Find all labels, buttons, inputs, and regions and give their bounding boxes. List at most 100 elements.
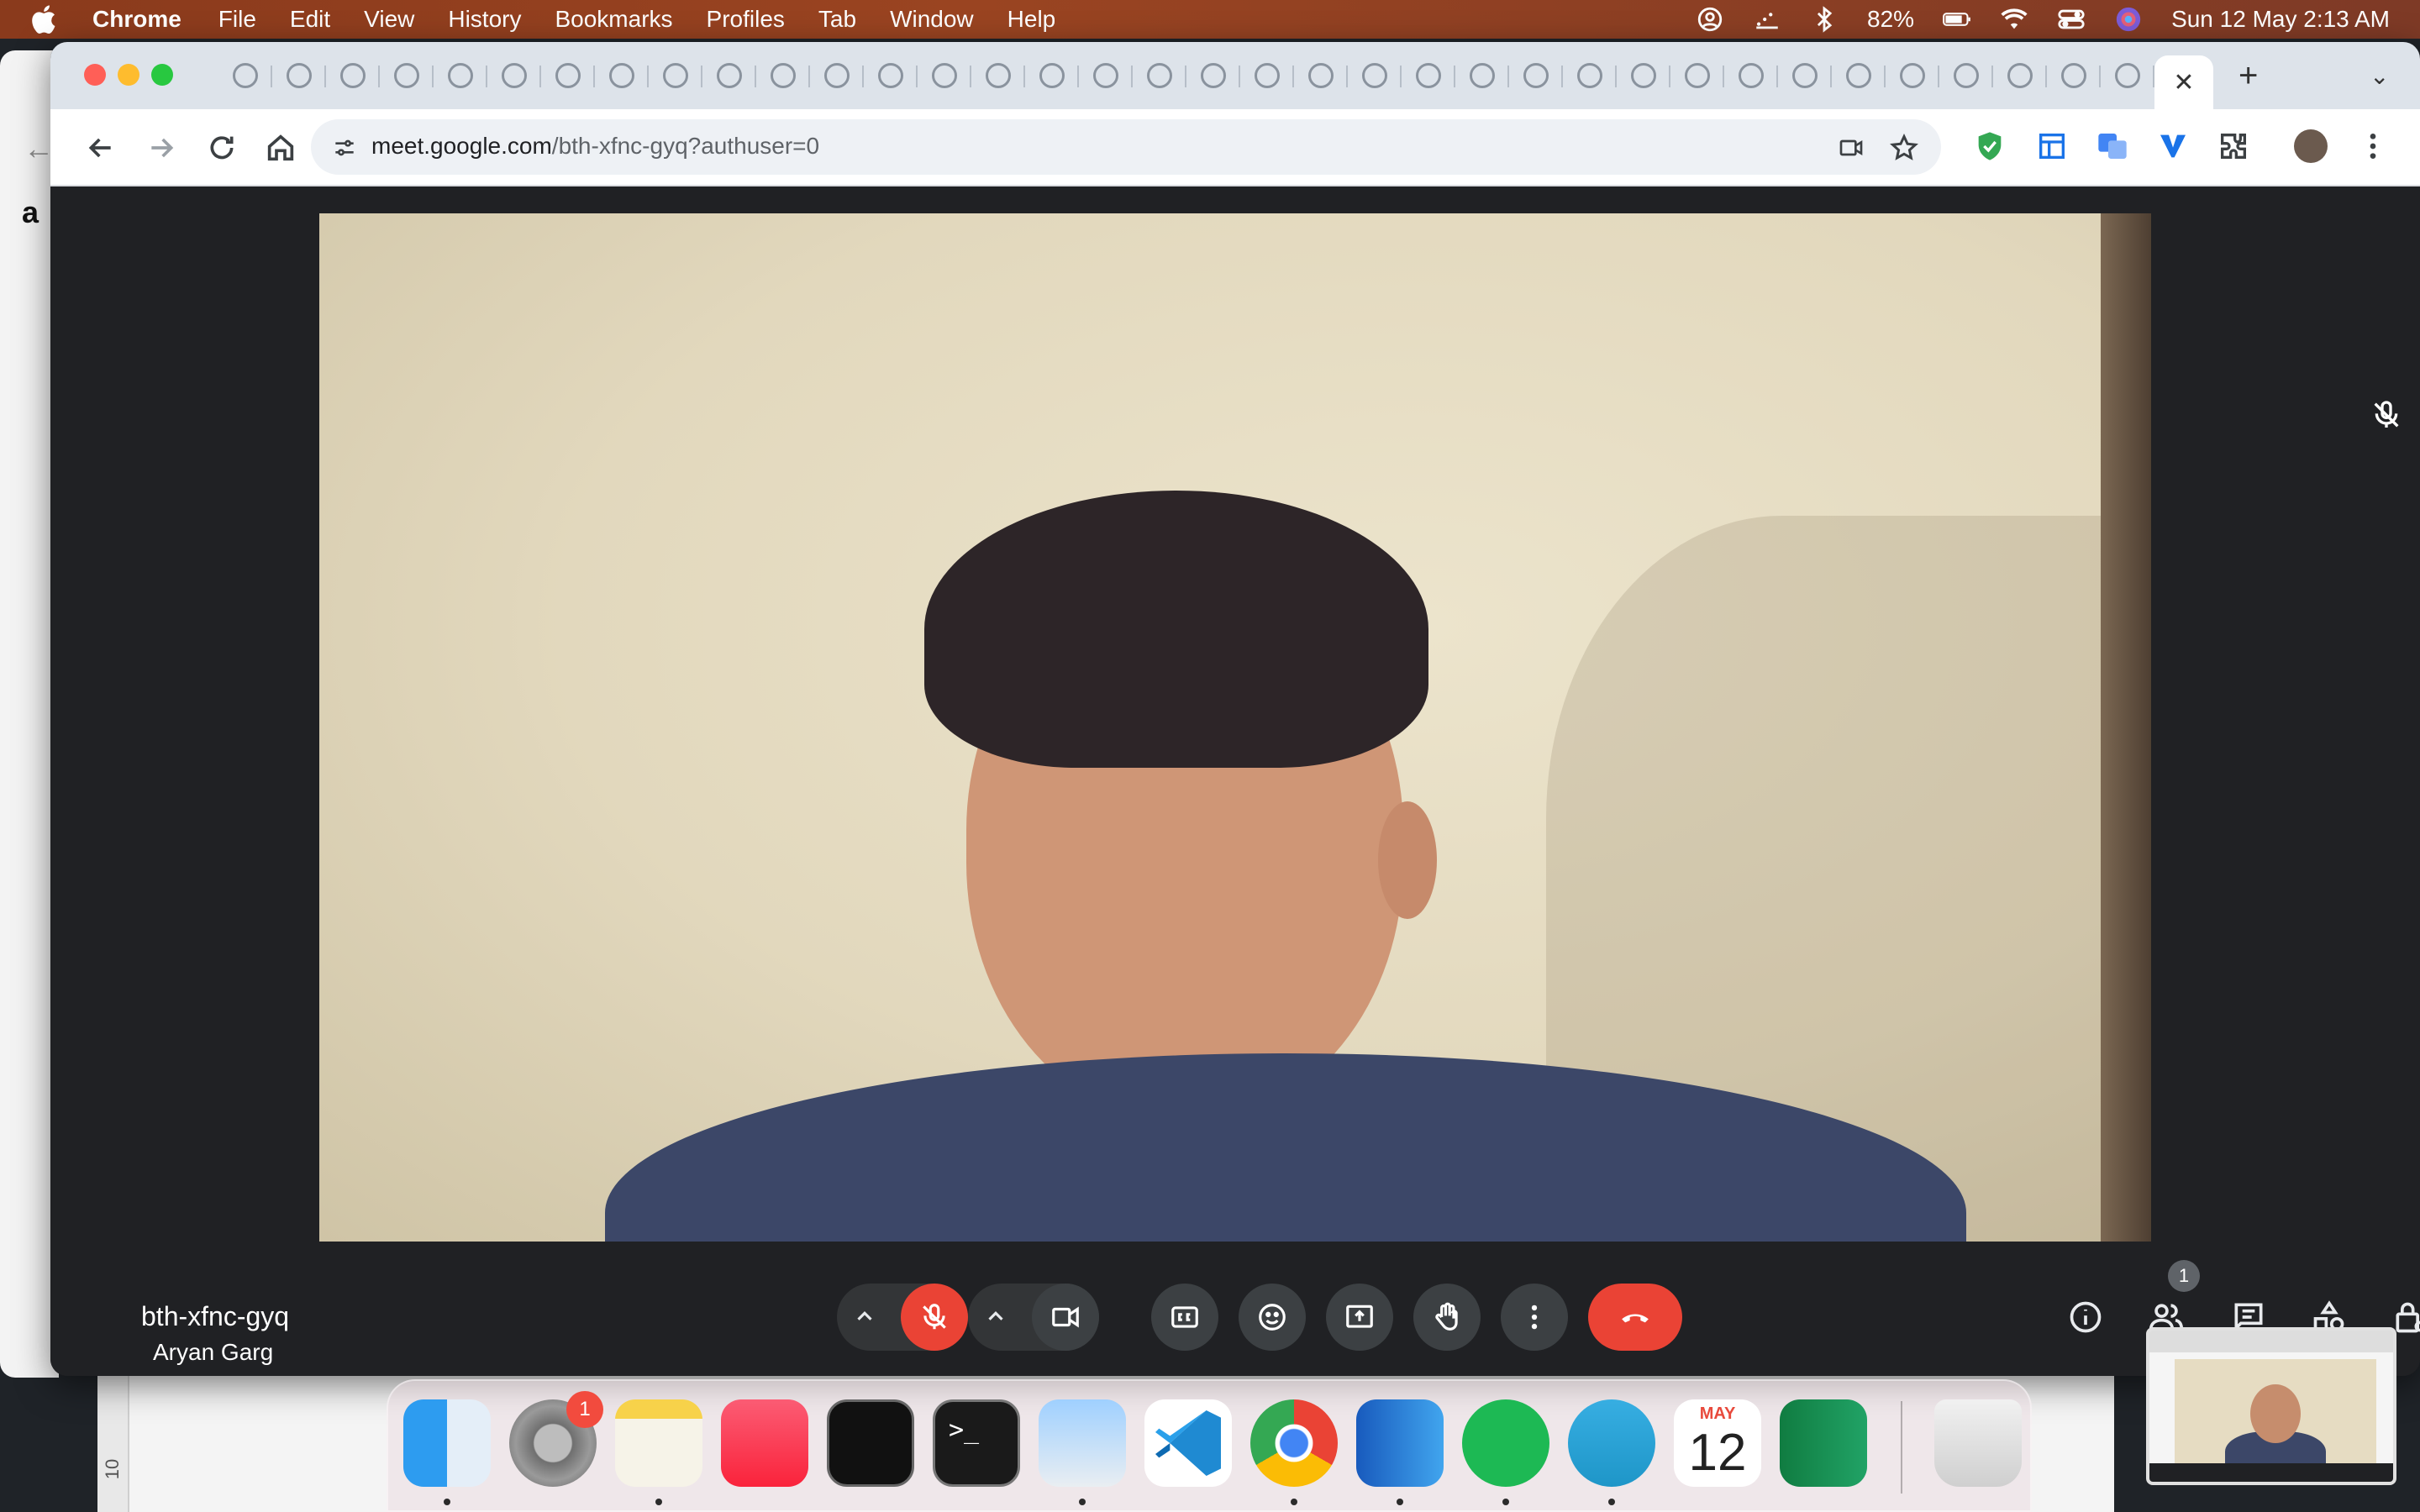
picture-in-picture-window[interactable]: [2146, 1327, 2396, 1485]
trash-icon[interactable]: [1934, 1399, 2022, 1487]
browser-tab[interactable]: [1186, 42, 1240, 109]
profile-avatar[interactable]: [2294, 129, 2328, 163]
browser-tab[interactable]: [918, 42, 971, 109]
browser-tab[interactable]: [595, 42, 649, 109]
translate-extension-icon[interactable]: [2096, 129, 2129, 163]
browser-tab[interactable]: [1886, 42, 1939, 109]
close-window-button[interactable]: [84, 64, 106, 86]
menu-file[interactable]: File: [218, 6, 256, 33]
user-account-icon[interactable]: [1696, 5, 1724, 34]
participant-video[interactable]: [319, 213, 2151, 1242]
browser-tab[interactable]: [326, 42, 380, 109]
browser-tab[interactable]: [1509, 42, 1563, 109]
browser-tab[interactable]: [1993, 42, 2047, 109]
browser-tab[interactable]: [1133, 42, 1186, 109]
terminal-icon[interactable]: >_: [933, 1399, 1020, 1487]
music-icon[interactable]: [721, 1399, 808, 1487]
menu-help[interactable]: Help: [1007, 6, 1056, 33]
close-tab-icon[interactable]: ✕: [2173, 68, 2194, 97]
chrome-dock-icon[interactable]: [1250, 1399, 1338, 1487]
menu-history[interactable]: History: [448, 6, 521, 33]
browser-tab[interactable]: [1724, 42, 1778, 109]
browser-tab[interactable]: [649, 42, 702, 109]
minimize-window-button[interactable]: [118, 64, 139, 86]
site-settings-icon[interactable]: [331, 134, 358, 161]
control-center-icon[interactable]: [2057, 5, 2086, 34]
browser-tab[interactable]: [541, 42, 595, 109]
browser-tab[interactable]: [1617, 42, 1670, 109]
browser-tab[interactable]: [272, 42, 326, 109]
menu-window[interactable]: Window: [890, 6, 974, 33]
browser-tab[interactable]: [1025, 42, 1079, 109]
siri-icon[interactable]: [2114, 5, 2143, 34]
extensions-puzzle-icon[interactable]: [2217, 129, 2250, 163]
menu-app-chrome[interactable]: Chrome: [92, 6, 182, 33]
reactions-button[interactable]: [1239, 1284, 1306, 1351]
browser-tab[interactable]: [380, 42, 434, 109]
browser-tab[interactable]: [434, 42, 487, 109]
meeting-details-button[interactable]: [2059, 1290, 2112, 1344]
finder-icon[interactable]: [403, 1399, 491, 1487]
spotify-icon[interactable]: [1462, 1399, 1549, 1487]
raise-hand-button[interactable]: [1413, 1284, 1481, 1351]
browser-tab[interactable]: [1079, 42, 1133, 109]
browser-tab[interactable]: [864, 42, 918, 109]
mic-toggle-button[interactable]: [901, 1284, 968, 1351]
reload-icon[interactable]: [205, 131, 239, 165]
table-extension-icon[interactable]: [2035, 129, 2069, 163]
camera-in-use-icon[interactable]: [1837, 134, 1865, 161]
battery-icon[interactable]: [1943, 5, 1971, 34]
browser-tab[interactable]: [1778, 42, 1832, 109]
menu-profiles[interactable]: Profiles: [707, 6, 785, 33]
more-options-button[interactable]: [1501, 1284, 1568, 1351]
menu-datetime[interactable]: Sun 12 May 2:13 AM: [2171, 6, 2390, 33]
fullscreen-window-button[interactable]: [151, 64, 173, 86]
browser-tab[interactable]: [218, 42, 272, 109]
shield-extension-icon[interactable]: [1973, 129, 2007, 163]
v-extension-icon[interactable]: [2156, 129, 2190, 163]
audio-settings-chevron-icon[interactable]: [852, 1304, 877, 1329]
excel-icon[interactable]: [1780, 1399, 1867, 1487]
browser-tab[interactable]: [1240, 42, 1294, 109]
browser-tab[interactable]: [1348, 42, 1402, 109]
browser-tab[interactable]: [1402, 42, 1455, 109]
browser-tab[interactable]: [971, 42, 1025, 109]
camera-toggle-button[interactable]: [1032, 1284, 1099, 1351]
activity-monitor-icon[interactable]: [827, 1399, 914, 1487]
browser-tab[interactable]: [1294, 42, 1348, 109]
browser-tab[interactable]: [810, 42, 864, 109]
browser-tab[interactable]: [1939, 42, 1993, 109]
preview-icon[interactable]: [1039, 1399, 1126, 1487]
menu-edit[interactable]: Edit: [290, 6, 330, 33]
browser-tab[interactable]: [2047, 42, 2101, 109]
browser-tab[interactable]: [702, 42, 756, 109]
new-tab-icon[interactable]: +: [2238, 57, 2258, 95]
forward-icon[interactable]: [145, 131, 178, 165]
back-icon[interactable]: [84, 131, 118, 165]
meeting-code[interactable]: bth-xfnc-gyq: [141, 1257, 289, 1376]
telegram-icon[interactable]: [1568, 1399, 1655, 1487]
browser-tab[interactable]: [756, 42, 810, 109]
leave-call-button[interactable]: [1588, 1284, 1682, 1351]
video-settings-chevron-icon[interactable]: [983, 1304, 1008, 1329]
screen-dots-icon[interactable]: [1753, 5, 1781, 34]
word-icon[interactable]: [1356, 1399, 1444, 1487]
browser-tab[interactable]: [1455, 42, 1509, 109]
home-icon[interactable]: [264, 131, 297, 165]
bluetooth-icon[interactable]: [1810, 5, 1839, 34]
tab-search-icon[interactable]: ⌄: [2370, 62, 2400, 92]
captions-button[interactable]: [1151, 1284, 1218, 1351]
calendar-icon[interactable]: MAY 12: [1674, 1399, 1761, 1487]
menu-view[interactable]: View: [364, 6, 414, 33]
present-screen-button[interactable]: [1326, 1284, 1393, 1351]
menu-bookmarks[interactable]: Bookmarks: [555, 6, 672, 33]
bookmark-star-icon[interactable]: [1889, 133, 1919, 163]
url-text[interactable]: meet.google.com/bth-xfnc-gyq?authuser=0: [371, 133, 819, 160]
vscode-icon[interactable]: [1144, 1399, 1232, 1487]
address-bar[interactable]: meet.google.com/bth-xfnc-gyq?authuser=0: [311, 119, 1941, 175]
chrome-menu-icon[interactable]: [2356, 129, 2390, 163]
menu-tab[interactable]: Tab: [818, 6, 856, 33]
apple-icon[interactable]: [29, 3, 62, 36]
notes-icon[interactable]: [615, 1399, 702, 1487]
wifi-icon[interactable]: [2000, 5, 2028, 34]
